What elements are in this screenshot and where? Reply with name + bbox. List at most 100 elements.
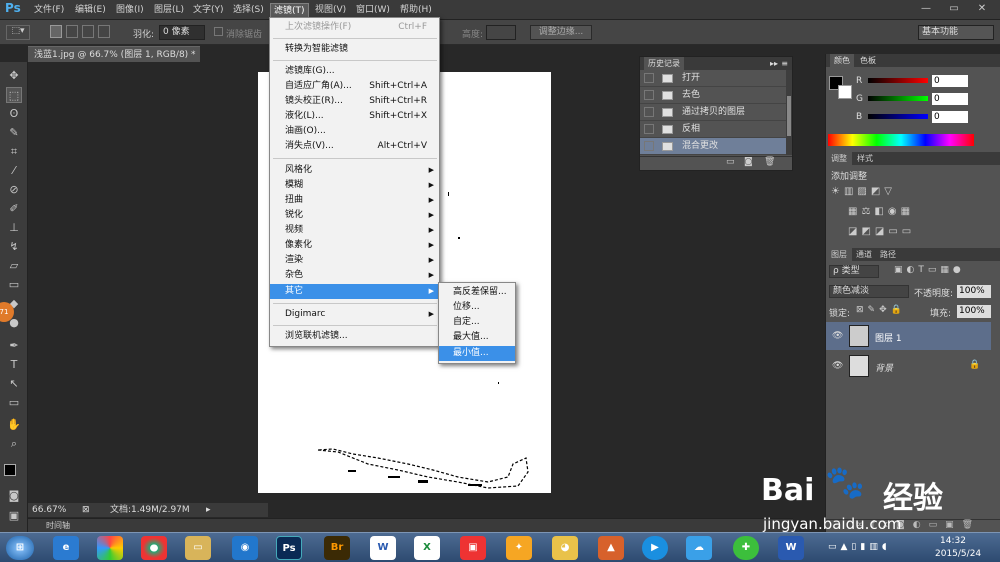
chrome-icon[interactable] [141, 536, 167, 560]
history-scrollbar[interactable] [786, 70, 792, 155]
app-red-icon[interactable]: ▣ [460, 536, 486, 560]
paths-tab[interactable]: 路径 [876, 250, 900, 259]
intersect-selection-icon[interactable] [98, 25, 110, 38]
filter-digimarc[interactable]: Digimarc ▶ [270, 307, 439, 322]
add-selection-icon[interactable] [66, 25, 78, 38]
visibility-eye-icon[interactable]: 👁 [832, 361, 843, 371]
filter-vanishing-point[interactable]: 消失点(V)... Alt+Ctrl+V [270, 139, 439, 154]
other-maximum[interactable]: 最大值... [439, 330, 515, 345]
opacity-input[interactable]: 100% [957, 285, 991, 298]
puzzle-icon[interactable]: ✦ [506, 536, 532, 560]
workspace-select[interactable]: 基本功能 [918, 25, 994, 40]
history-item[interactable]: 去色 [640, 87, 786, 104]
quick-select-tool-icon[interactable]: ✎ [6, 125, 22, 141]
layer-name[interactable]: 背景 [875, 361, 893, 374]
pen-tool-icon[interactable]: ✒ [6, 338, 22, 354]
filter-pixelate[interactable]: 像素化 ▶ [270, 238, 439, 253]
move-tool-icon[interactable]: ✥ [6, 68, 22, 84]
layer-filter-select[interactable]: ρ 类型 [829, 265, 879, 278]
menu-view[interactable]: 视图(V) [312, 3, 349, 18]
cloud-icon[interactable]: ☁ [686, 536, 712, 560]
feather-input[interactable]: 0 像素 [159, 25, 205, 40]
panel-collapse-icon[interactable]: ▸▸ [770, 57, 778, 70]
history-item[interactable]: 反相 [640, 121, 786, 138]
subtract-selection-icon[interactable] [82, 25, 94, 38]
status-arrow-icon[interactable]: ▸ [206, 503, 211, 517]
adjustment-icons-row2[interactable]: ▦⚖◧◉▦ [848, 206, 968, 218]
b-slider[interactable] [868, 114, 928, 119]
start-button-icon[interactable]: ⊞ [6, 536, 34, 560]
swatches-tab[interactable]: 色板 [854, 56, 882, 65]
video-player-icon[interactable]: ▶ [642, 536, 668, 560]
adjustment-icons-row1[interactable]: ☀▥▨◩▽ [831, 186, 951, 198]
filter-adaptive-wide[interactable]: 自适应广角(A)... Shift+Ctrl+A [270, 79, 439, 94]
bridge-icon[interactable]: Br [324, 536, 350, 560]
channels-tab[interactable]: 通道 [852, 250, 876, 259]
new-snapshot-icon[interactable]: ◙ [744, 157, 753, 167]
filter-noise[interactable]: 杂色 ▶ [270, 268, 439, 283]
menu-layer[interactable]: 图层(L) [151, 3, 187, 18]
filter-oil-paint[interactable]: 油画(O)... [270, 124, 439, 139]
gradient-tool-icon[interactable]: ▭ [6, 277, 22, 293]
marquee-tool-preset-icon[interactable]: ⬚▾ [6, 25, 30, 40]
filter-gallery[interactable]: 滤镜库(G)... [270, 64, 439, 79]
menu-select[interactable]: 选择(S) [230, 3, 267, 18]
rect-marquee-tool-icon[interactable]: ⬚ [6, 87, 22, 103]
filter-convert-smart[interactable]: 转换为智能滤镜 [270, 42, 439, 57]
r-input[interactable]: 0 [932, 75, 968, 87]
layer-row-selected[interactable]: 👁 图层 1 [826, 322, 991, 350]
wps-icon[interactable]: W [778, 536, 804, 560]
layers-tab[interactable]: 图层 [826, 248, 852, 261]
filter-lens-correction[interactable]: 镜头校正(R)... Shift+Ctrl+R [270, 94, 439, 109]
filter-video[interactable]: 视频 ▶ [270, 223, 439, 238]
g-slider[interactable] [868, 96, 928, 101]
other-high-pass[interactable]: 高反差保留... [439, 285, 515, 300]
foreground-color-swatch[interactable] [4, 464, 16, 476]
menu-edit[interactable]: 编辑(E) [72, 3, 109, 18]
new-selection-icon[interactable] [50, 25, 62, 38]
height-input[interactable] [486, 25, 516, 40]
g-input[interactable]: 0 [932, 93, 968, 105]
antialias-checkbox[interactable] [214, 27, 223, 36]
dodge-tool-icon[interactable]: ● [6, 315, 22, 331]
adjustment-icons-row3[interactable]: ◪◩◪▭▭ [848, 226, 968, 238]
type-tool-icon[interactable]: T [6, 357, 22, 373]
palette-icon[interactable]: ◕ [552, 536, 578, 560]
layer-name[interactable]: 图层 1 [875, 331, 902, 344]
blend-mode-select[interactable]: 颜色减淡 [829, 285, 909, 298]
menu-filter[interactable]: 滤镜(T) [270, 3, 309, 18]
r-slider[interactable] [868, 78, 928, 83]
document-tab[interactable]: 浅蓝1.jpg @ 66.7% (图层 1, RGB/8) * [28, 46, 200, 62]
clone-stamp-tool-icon[interactable]: ⊥ [6, 220, 22, 236]
fill-input[interactable]: 100% [957, 305, 991, 318]
visibility-eye-icon[interactable]: 👁 [832, 331, 843, 341]
filter-blur[interactable]: 模糊 ▶ [270, 178, 439, 193]
color-bg-swatch[interactable] [838, 85, 852, 99]
menu-file[interactable]: 文件(F) [31, 3, 67, 18]
history-item[interactable]: 打开 [640, 70, 786, 87]
excel-icon[interactable]: X [414, 536, 440, 560]
layer-filter-icons[interactable]: ▣◐T▭▦● [894, 265, 994, 278]
eraser-tool-icon[interactable]: ▱ [6, 258, 22, 274]
color-wheel-app-icon[interactable] [97, 536, 123, 560]
filter-browse-online[interactable]: 浏览联机滤镜... [270, 329, 439, 344]
menu-window[interactable]: 窗口(W) [353, 3, 393, 18]
menu-help[interactable]: 帮助(H) [397, 3, 435, 18]
security-icon[interactable]: ✚ [733, 536, 759, 560]
filter-sharpen[interactable]: 锐化 ▶ [270, 208, 439, 223]
doc-info-icon[interactable]: ⊠ [82, 503, 90, 517]
new-document-from-state-icon[interactable]: ▭ [726, 157, 735, 167]
ie-icon[interactable]: e [53, 536, 79, 560]
filter-stylize[interactable]: 风格化 ▶ [270, 163, 439, 178]
tray-icons[interactable]: ▭▲▯▮▥◖ [828, 542, 928, 554]
filter-render[interactable]: 渲染 ▶ [270, 253, 439, 268]
history-brush-tool-icon[interactable]: ↯ [6, 239, 22, 255]
filter-liquify[interactable]: 液化(L)... Shift+Ctrl+X [270, 109, 439, 124]
history-item-selected[interactable]: 混合更改 [640, 138, 786, 155]
timeline-label[interactable]: 时间轴 [46, 520, 70, 531]
history-item[interactable]: 通过拷贝的图层 [640, 104, 786, 121]
zoom-level[interactable]: 66.67% [32, 503, 66, 517]
minimize-button[interactable]: — [912, 1, 940, 17]
word-icon[interactable]: W [370, 536, 396, 560]
path-select-tool-icon[interactable]: ↖ [6, 376, 22, 392]
